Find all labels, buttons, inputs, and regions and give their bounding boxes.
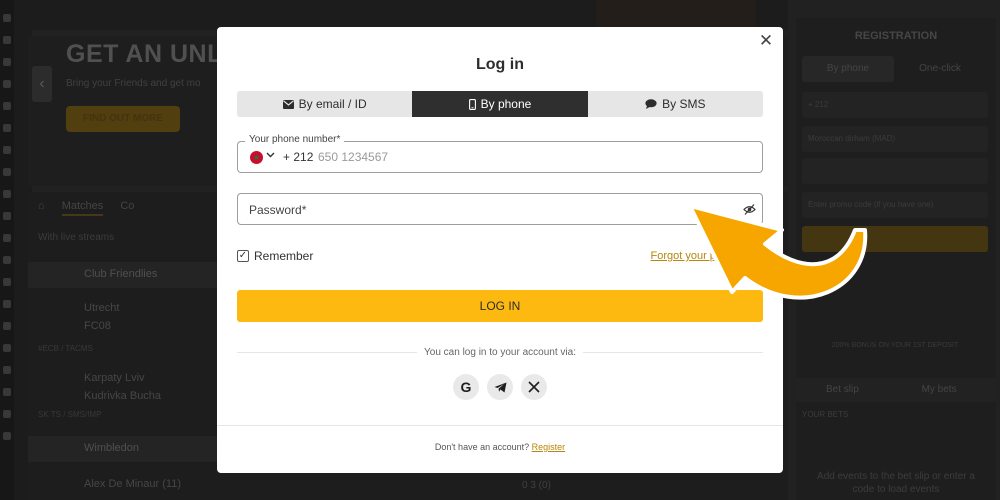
telegram-icon [494,382,506,392]
remember-label: Remember [254,249,314,263]
country-code: + 212 [283,150,314,164]
phone-field: ★ + 212 [237,141,763,173]
telegram-login-button[interactable] [487,374,513,400]
chevron-down-icon[interactable] [266,150,275,161]
register-link[interactable]: Register [532,442,566,452]
google-login-button[interactable]: G [453,374,479,400]
phone-label: Your phone number* [245,134,345,145]
modal-title: Log in [476,56,524,73]
divider-right [583,352,763,353]
morocco-flag-icon[interactable]: ★ [250,151,263,164]
close-icon[interactable]: ✕ [757,32,775,50]
chat-bubble-icon [645,99,657,109]
password-input[interactable] [249,201,729,219]
x-login-button[interactable] [521,374,547,400]
footer-text: Don't have an account? [434,442,530,452]
envelope-icon [282,99,294,109]
checkbox-checked-icon[interactable]: ✓ [237,250,249,262]
mobile-phone-icon [468,98,476,110]
google-icon: G [460,379,472,395]
tab-label: By phone [480,97,532,111]
tab-by-sms[interactable]: By SMS [588,91,763,117]
remember-checkbox[interactable]: ✓ Remember [237,249,313,263]
register-footer: Don't have an account? Register [217,425,783,473]
login-method-tabs: By email / ID By phone By SMS [237,91,763,117]
tab-by-phone[interactable]: By phone [412,91,588,117]
phone-input[interactable] [318,148,738,166]
annotation-arrow-icon [688,204,868,300]
x-icon [528,381,540,393]
tab-label: By SMS [662,97,706,111]
tab-label: By email / ID [298,97,367,111]
tab-by-email[interactable]: By email / ID [237,91,412,117]
